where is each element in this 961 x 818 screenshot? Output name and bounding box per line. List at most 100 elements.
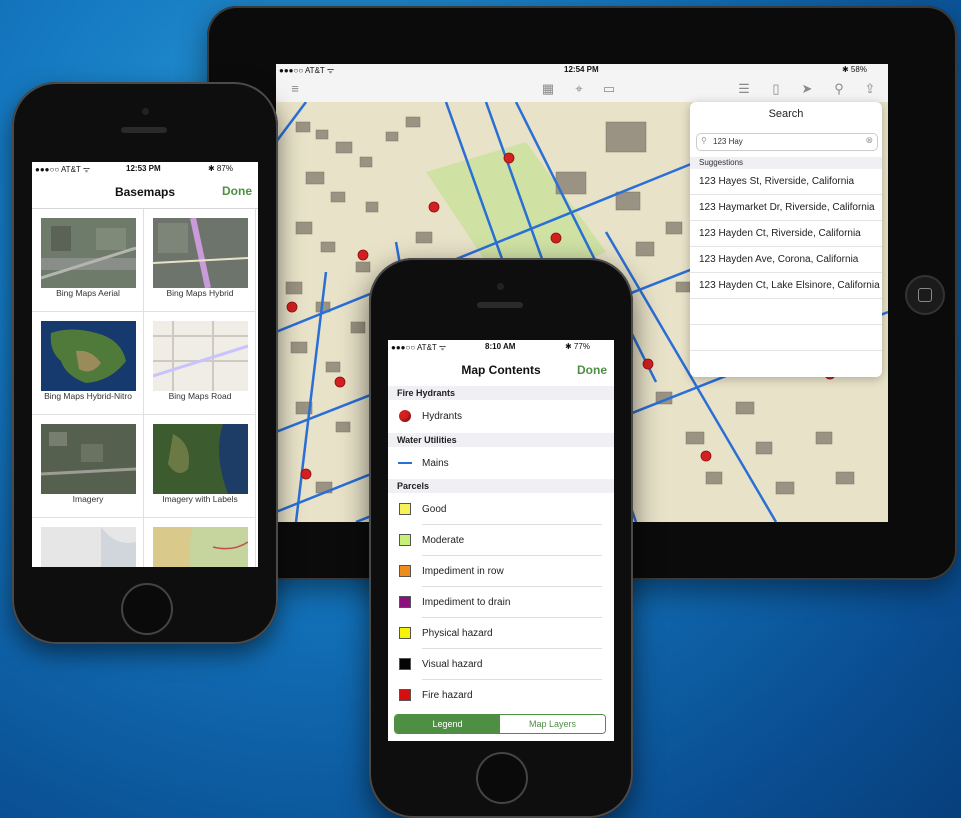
partial-thumbnail: [41, 527, 136, 567]
phone-status-bar: ●●●○○ AT&T ᯤ 8:10 AM ✱ 77%: [388, 340, 614, 354]
section-header: Water Utilities: [388, 433, 614, 447]
legend-label: Mains: [422, 458, 449, 469]
navigate-icon[interactable]: ➤: [800, 82, 814, 96]
basemap-grid: Bing Maps Aerial Bing Maps Hybrid Bing M…: [32, 209, 258, 567]
suggestions-header: Suggestions: [690, 157, 882, 169]
legend-label: Impediment to drain: [422, 597, 511, 608]
legend-item: Hydrants: [388, 401, 614, 432]
basemap-label: Bing Maps Aerial: [56, 288, 120, 298]
gps-icon[interactable]: ⌖: [572, 82, 586, 96]
book-icon[interactable]: ▯: [769, 82, 783, 96]
legend-label: Physical hazard: [422, 628, 493, 639]
partial-thumbnail: [153, 527, 248, 567]
basemap-tile[interactable]: Imagery with Labels: [144, 415, 256, 518]
impediment-drain-swatch: [399, 596, 411, 608]
legend-label: Impediment in row: [422, 566, 504, 577]
legend-item: Physical hazard: [388, 618, 614, 649]
moderate-swatch: [399, 534, 411, 546]
ruler-icon[interactable]: ▭: [602, 82, 616, 96]
camera: [497, 283, 504, 290]
physical-hazard-swatch: [399, 627, 411, 639]
phone-home-button[interactable]: [476, 752, 528, 804]
share-icon[interactable]: ⇪: [863, 82, 877, 96]
basemap-label: Imagery with Labels: [162, 494, 238, 504]
basemap-label: Bing Maps Road: [168, 391, 232, 401]
fire-hazard-swatch: [399, 689, 411, 701]
basemap-tile[interactable]: Imagery: [32, 415, 144, 518]
legend-item: Impediment to drain: [388, 587, 614, 618]
nav-bar: Basemaps Done: [32, 176, 258, 209]
legend-label: Fire hazard: [422, 690, 473, 701]
tablet-toolbar: ≡ ▦ ⌖ ▭ ☰ ▯ ➤ ⚲ ⇪: [276, 76, 888, 103]
camera: [142, 108, 149, 115]
list-icon[interactable]: ☰: [737, 82, 751, 96]
good-swatch: [399, 503, 411, 515]
legend-label: Hydrants: [422, 411, 463, 422]
nitro-thumbnail: [41, 321, 136, 391]
empty-row: [690, 325, 882, 351]
basemap-tile[interactable]: Bing Maps Aerial: [32, 209, 144, 312]
suggestion-item[interactable]: 123 Hayden Ave, Corona, California: [690, 247, 882, 273]
legend-label: Good: [422, 504, 447, 515]
suggestion-item[interactable]: 123 Hayden Ct, Riverside, California: [690, 221, 882, 247]
qr-icon[interactable]: ▦: [541, 82, 555, 96]
legend-item: Mains: [388, 448, 614, 479]
clear-icon[interactable]: ⊗: [865, 135, 873, 146]
hydrant-symbol-icon: [399, 410, 411, 422]
legend-label: Visual hazard: [422, 659, 483, 670]
main-line-symbol-icon: [398, 462, 412, 464]
clock-label: 8:10 AM: [485, 342, 516, 351]
basemap-tile[interactable]: Bing Maps Road: [144, 312, 256, 415]
clock-label: 12:53 PM: [126, 164, 161, 173]
search-icon[interactable]: ⚲: [832, 82, 846, 96]
legend-item: Moderate: [388, 525, 614, 556]
impediment-row-swatch: [399, 565, 411, 577]
imagery-thumbnail: [41, 424, 136, 494]
suggestion-item[interactable]: 123 Haymarket Dr, Riverside, California: [690, 195, 882, 221]
segmented-control: Legend Map Layers: [394, 714, 606, 734]
battery-label: ✱ 58%: [842, 65, 867, 74]
battery-label: ✱ 87%: [208, 164, 233, 173]
search-popover: Search ⚲ 123 Hay ⊗ Suggestions 123 Hayes…: [690, 102, 882, 377]
speaker: [477, 302, 523, 308]
hybrid-thumbnail: [153, 218, 248, 288]
done-button[interactable]: Done: [577, 363, 607, 377]
basemap-label: Imagery: [72, 494, 104, 504]
map-contents-screen: ●●●○○ AT&T ᯤ 8:10 AM ✱ 77% Map Contents …: [388, 340, 614, 741]
aerial-thumbnail: [41, 218, 136, 288]
battery-label: ✱ 77%: [565, 342, 590, 351]
search-glass-icon: ⚲: [701, 136, 707, 145]
map-layers-tab[interactable]: Map Layers: [500, 715, 605, 733]
suggestion-item[interactable]: 123 Hayes St, Riverside, California: [690, 169, 882, 195]
phone-home-button[interactable]: [121, 583, 173, 635]
search-query: 123 Hay: [713, 137, 743, 146]
clock-label: 12:54 PM: [564, 65, 599, 74]
basemap-tile[interactable]: Bing Maps Hybrid-Nitro: [32, 312, 144, 415]
road-thumbnail: [153, 321, 248, 391]
basemap-label: Bing Maps Hybrid-Nitro: [44, 391, 132, 401]
basemap-tile[interactable]: Bing Maps Hybrid: [144, 209, 256, 312]
suggestions-header-label: Suggestions: [699, 158, 744, 167]
legend-item: Visual hazard: [388, 649, 614, 680]
search-title: Search: [768, 108, 804, 120]
done-button[interactable]: Done: [222, 184, 252, 198]
nav-bar: Map Contents Done: [388, 354, 614, 384]
legend-item: Impediment in row: [388, 556, 614, 587]
search-input[interactable]: ⚲ 123 Hay ⊗: [696, 133, 878, 151]
imagery-labels-thumbnail: [153, 424, 248, 494]
carrier-label: ●●●○○ AT&T ᯤ: [279, 66, 335, 75]
section-header: Parcels: [388, 479, 614, 493]
basemap-tile[interactable]: [32, 518, 144, 567]
phone-status-bar: ●●●○○ AT&T ᯤ 12:53 PM ✱ 87%: [32, 162, 258, 176]
tablet-home-button[interactable]: [905, 275, 945, 315]
carrier-label: ●●●○○ AT&T ᯤ: [391, 343, 447, 352]
legend-item: Fire hazard: [388, 680, 614, 711]
section-header: Fire Hydrants: [388, 386, 614, 400]
basemap-label: Bing Maps Hybrid: [166, 288, 234, 298]
legend-tab[interactable]: Legend: [395, 715, 500, 733]
menu-icon[interactable]: ≡: [288, 82, 302, 96]
empty-row: [690, 299, 882, 325]
basemap-tile[interactable]: [144, 518, 256, 567]
suggestion-item[interactable]: 123 Hayden Ct, Lake Elsinore, California: [690, 273, 882, 299]
visual-hazard-swatch: [399, 658, 411, 670]
